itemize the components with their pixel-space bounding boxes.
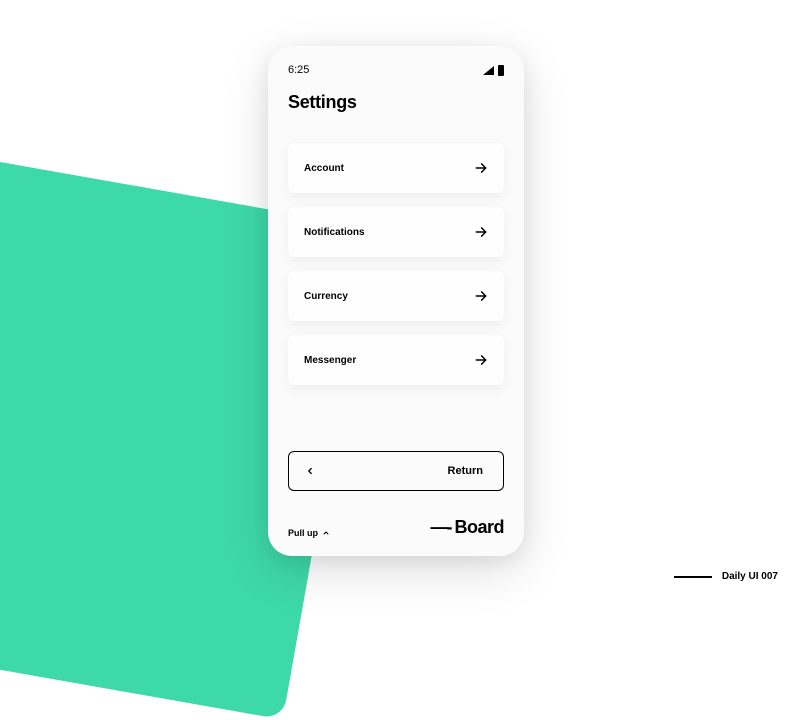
brand-name: Board [454,517,504,538]
setting-label: Currency [304,291,348,302]
brand-prefix: —- [430,517,450,538]
status-icons [483,65,504,76]
setting-label: Account [304,163,344,174]
pull-up-button[interactable]: Pull up [288,528,330,538]
arrow-right-icon [474,225,488,239]
chevron-left-icon [305,466,315,476]
setting-label: Messenger [304,355,356,366]
setting-item-messenger[interactable]: Messenger [288,335,504,385]
footer-text: Daily UI 007 [722,571,778,582]
setting-label: Notifications [304,227,365,238]
footer-line [674,576,712,578]
status-time: 6:25 [288,64,309,76]
arrow-right-icon [474,289,488,303]
setting-item-currency[interactable]: Currency [288,271,504,321]
arrow-right-icon [474,161,488,175]
footer-credit: Daily UI 007 [674,571,778,582]
setting-item-account[interactable]: Account [288,143,504,193]
phone-frame: 6:25 Settings Account Notifications Curr… [268,46,524,556]
return-label: Return [315,465,487,477]
bottom-bar: Pull up —- Board [288,517,504,538]
settings-list: Account Notifications Currency Messenger [288,143,504,385]
battery-icon [498,65,504,76]
status-bar: 6:25 [288,64,504,76]
arrow-right-icon [474,353,488,367]
chevron-up-icon [322,529,330,537]
brand-logo: —- Board [430,517,504,538]
page-title: Settings [288,92,504,113]
return-button[interactable]: Return [288,451,504,491]
pull-up-label: Pull up [288,528,318,538]
setting-item-notifications[interactable]: Notifications [288,207,504,257]
signal-icon [483,66,494,75]
spacer [288,385,504,451]
